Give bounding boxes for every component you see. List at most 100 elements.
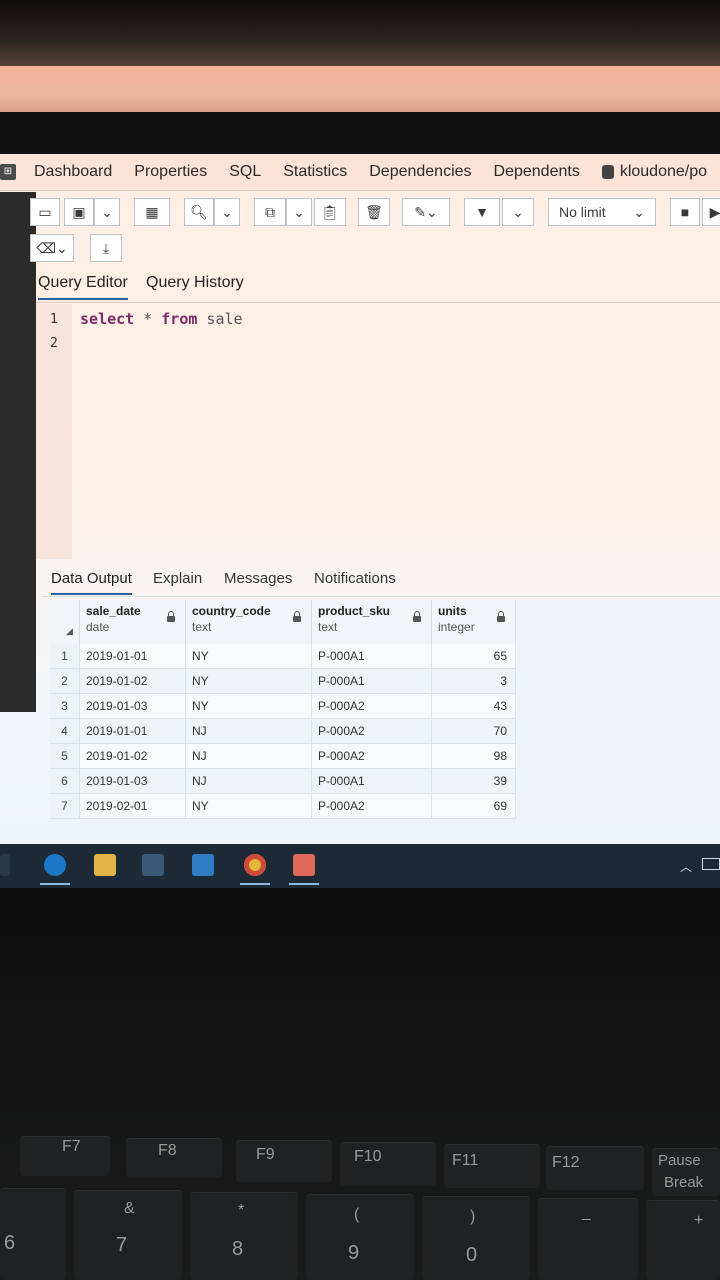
save-button[interactable]: ▣ bbox=[64, 198, 94, 226]
row-number-header[interactable]: ◢ bbox=[50, 600, 80, 644]
eraser-icon: ⌫⌄ bbox=[36, 239, 68, 256]
tab-explain[interactable]: Explain bbox=[153, 570, 202, 593]
table-row[interactable]: 6 2019-01-03 NJ P-000A1 39 bbox=[50, 769, 720, 794]
column-header-units[interactable]: units integer bbox=[432, 600, 516, 644]
row-number[interactable]: 4 bbox=[50, 719, 80, 744]
chevron-up-icon[interactable]: ︿ bbox=[680, 858, 692, 875]
table-row[interactable]: 1 2019-01-01 NY P-000A1 65 bbox=[50, 644, 720, 669]
table-row[interactable]: 7 2019-02-01 NY P-000A2 69 bbox=[50, 794, 720, 819]
table-row[interactable]: 4 2019-01-01 NJ P-000A2 70 bbox=[50, 719, 720, 744]
tab-dependents[interactable]: Dependents bbox=[494, 163, 580, 181]
cell-sale-date[interactable]: 2019-01-01 bbox=[80, 719, 186, 744]
cell-units[interactable]: 69 bbox=[432, 794, 516, 819]
mail-icon[interactable] bbox=[192, 854, 214, 876]
clear-button[interactable]: ⌫⌄ bbox=[30, 234, 74, 262]
output-tabs: Data Output Explain Messages Notificatio… bbox=[42, 564, 720, 597]
tab-properties[interactable]: Properties bbox=[134, 163, 207, 181]
table-row[interactable]: 2 2019-01-02 NY P-000A1 3 bbox=[50, 669, 720, 694]
tab-query-history[interactable]: Query History bbox=[146, 274, 244, 298]
tab-messages[interactable]: Messages bbox=[224, 570, 292, 593]
object-tabs-bar: ⊞ Dashboard Properties SQL Statistics De… bbox=[0, 154, 720, 191]
chrome-icon[interactable] bbox=[240, 854, 270, 885]
cell-country-code[interactable]: NJ bbox=[186, 769, 312, 794]
cell-country-code[interactable]: NJ bbox=[186, 719, 312, 744]
row-number[interactable]: 6 bbox=[50, 769, 80, 794]
column-type: date bbox=[86, 620, 110, 634]
row-number[interactable]: 1 bbox=[50, 644, 80, 669]
row-limit-select[interactable]: No limit ⌄ bbox=[548, 198, 656, 226]
tab-data-output[interactable]: Data Output bbox=[51, 570, 132, 595]
chevron-down-icon: ⌄ bbox=[221, 203, 233, 220]
task-view-icon[interactable] bbox=[0, 854, 10, 876]
cell-units[interactable]: 39 bbox=[432, 769, 516, 794]
table-row[interactable]: 3 2019-01-03 NY P-000A2 43 bbox=[50, 694, 720, 719]
cell-sale-date[interactable]: 2019-01-01 bbox=[80, 644, 186, 669]
column-header-sale-date[interactable]: sale_date date bbox=[80, 600, 186, 644]
edge-browser-icon[interactable] bbox=[40, 854, 70, 885]
filter-dropdown-button[interactable]: ⌄ bbox=[502, 198, 534, 226]
cell-units[interactable]: 43 bbox=[432, 694, 516, 719]
table-view-button[interactable]: ▦ bbox=[134, 198, 170, 226]
cell-sale-date[interactable]: 2019-01-02 bbox=[80, 669, 186, 694]
tab-query-connection[interactable]: kloudone/po bbox=[601, 163, 707, 181]
row-number[interactable]: 2 bbox=[50, 669, 80, 694]
key-label: ( bbox=[354, 1206, 360, 1223]
column-header-product-sku[interactable]: product_sku text bbox=[312, 600, 432, 644]
sql-editor[interactable]: 1 2 select * from sale bbox=[36, 304, 720, 559]
cell-product-sku[interactable]: P-000A2 bbox=[312, 719, 432, 744]
cell-country-code[interactable]: NY bbox=[186, 644, 312, 669]
tab-dependencies[interactable]: Dependencies bbox=[369, 163, 471, 181]
cell-country-code[interactable]: NY bbox=[186, 669, 312, 694]
save-dropdown-button[interactable]: ⌄ bbox=[94, 198, 120, 226]
copy-dropdown-button[interactable]: ⌄ bbox=[286, 198, 312, 226]
tab-statistics[interactable]: Statistics bbox=[283, 163, 347, 181]
cell-sale-date[interactable]: 2019-01-03 bbox=[80, 694, 186, 719]
table-row[interactable]: 5 2019-01-02 NJ P-000A2 98 bbox=[50, 744, 720, 769]
pencil-icon: ✎⌄ bbox=[414, 203, 438, 220]
browser-tree-icon[interactable]: ⊞ bbox=[0, 164, 16, 180]
cell-product-sku[interactable]: P-000A1 bbox=[312, 769, 432, 794]
cell-country-code[interactable]: NJ bbox=[186, 744, 312, 769]
row-number[interactable]: 7 bbox=[50, 794, 80, 819]
cell-units[interactable]: 65 bbox=[432, 644, 516, 669]
find-dropdown-button[interactable]: ⌄ bbox=[214, 198, 240, 226]
sql-code-line[interactable]: select * from sale bbox=[80, 310, 243, 328]
delete-button[interactable]: 🗑︎ bbox=[358, 198, 390, 226]
paste-button[interactable]: 📋︎ bbox=[314, 198, 346, 226]
copy-button[interactable]: ⧉ bbox=[254, 198, 286, 226]
cell-country-code[interactable]: NY bbox=[186, 694, 312, 719]
tab-dashboard[interactable]: Dashboard bbox=[34, 163, 112, 181]
find-button[interactable]: 🔍︎ bbox=[184, 198, 214, 226]
tab-sql[interactable]: SQL bbox=[229, 163, 261, 181]
xampp-icon[interactable] bbox=[289, 854, 319, 885]
cell-units[interactable]: 70 bbox=[432, 719, 516, 744]
cell-product-sku[interactable]: P-000A1 bbox=[312, 669, 432, 694]
cell-units[interactable]: 98 bbox=[432, 744, 516, 769]
filter-button[interactable]: ▼ bbox=[464, 198, 500, 226]
cell-product-sku[interactable]: P-000A1 bbox=[312, 644, 432, 669]
cell-sale-date[interactable]: 2019-01-03 bbox=[80, 769, 186, 794]
tab-notifications[interactable]: Notifications bbox=[314, 570, 396, 593]
store-icon[interactable] bbox=[142, 854, 164, 876]
cell-sale-date[interactable]: 2019-01-02 bbox=[80, 744, 186, 769]
column-header-country-code[interactable]: country_code text bbox=[186, 600, 312, 644]
cell-units[interactable]: 3 bbox=[432, 669, 516, 694]
key-label: F10 bbox=[354, 1148, 382, 1165]
cell-country-code[interactable]: NY bbox=[186, 794, 312, 819]
stop-button[interactable]: ■ bbox=[670, 198, 700, 226]
open-file-button[interactable]: ▭ bbox=[30, 198, 60, 226]
download-icon: ⤓ bbox=[102, 239, 110, 256]
tray-keyboard-icon[interactable] bbox=[702, 858, 720, 870]
execute-button[interactable]: ▶ bbox=[702, 198, 720, 226]
edit-button[interactable]: ✎⌄ bbox=[402, 198, 450, 226]
cell-product-sku[interactable]: P-000A2 bbox=[312, 744, 432, 769]
file-explorer-icon[interactable] bbox=[94, 854, 116, 876]
row-number[interactable]: 3 bbox=[50, 694, 80, 719]
row-number[interactable]: 5 bbox=[50, 744, 80, 769]
cell-product-sku[interactable]: P-000A2 bbox=[312, 694, 432, 719]
download-button[interactable]: ⤓ bbox=[90, 234, 122, 262]
cell-product-sku[interactable]: P-000A2 bbox=[312, 794, 432, 819]
cell-sale-date[interactable]: 2019-02-01 bbox=[80, 794, 186, 819]
key-label: & bbox=[124, 1200, 135, 1217]
tab-query-editor[interactable]: Query Editor bbox=[38, 274, 128, 300]
